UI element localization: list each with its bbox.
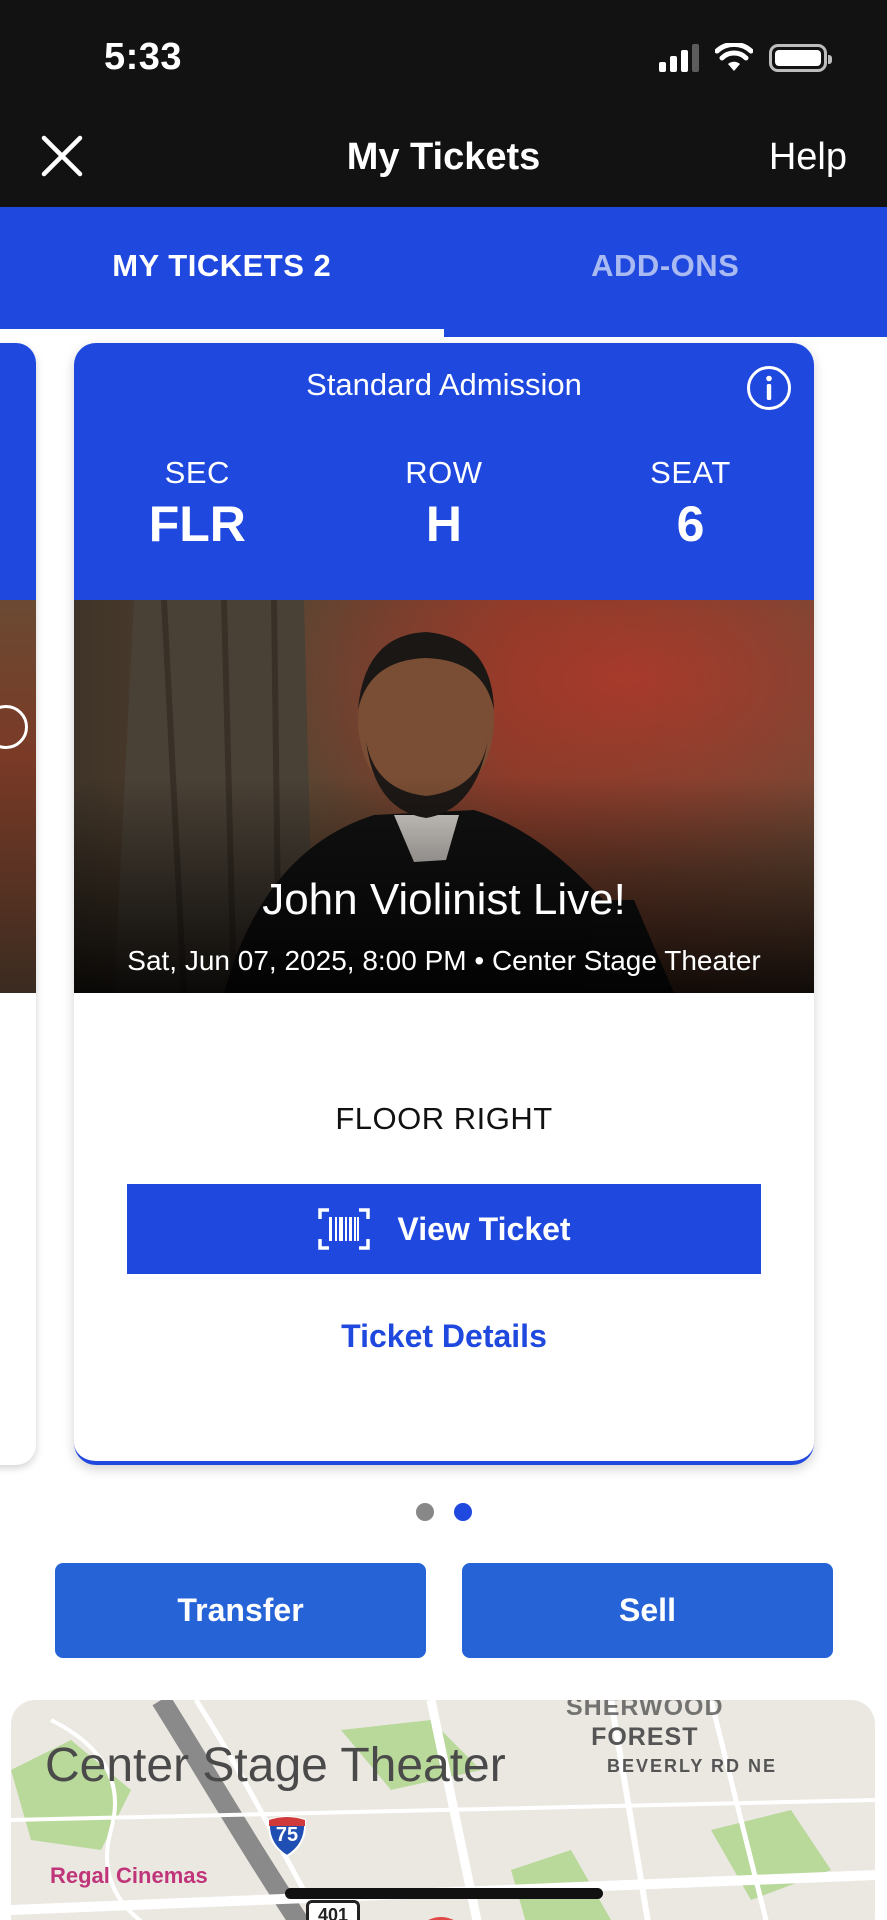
help-button[interactable]: Help [769, 136, 847, 179]
wifi-icon [715, 43, 753, 71]
page-title: My Tickets [346, 136, 541, 178]
event-date-venue: Sat, Jun 07, 2025, 8:00 PM • Center Stag… [127, 945, 761, 976]
seat-label: SEAT [650, 455, 731, 490]
view-ticket-button[interactable]: View Ticket [127, 1184, 761, 1274]
row-value: H [425, 496, 462, 552]
top-bar: 5:33 My Tickets Help [0, 0, 887, 207]
seat-info: SEC FLR ROW H SEAT 6 [74, 455, 814, 553]
event-title: John Violinist Live! [262, 875, 626, 924]
status-icons [659, 42, 832, 74]
tab-my-tickets-label: MY TICKETS 2 [112, 248, 332, 283]
interstate-number: 75 [275, 1824, 299, 1846]
section-value: FLR [148, 496, 246, 552]
card-pagination [0, 1503, 887, 1521]
tab-my-tickets[interactable]: MY TICKETS 2 [0, 207, 444, 337]
cellular-signal-icon [659, 44, 699, 72]
row-label: ROW [405, 455, 483, 490]
map-label-forest: SHERWOOD FOREST [566, 1700, 724, 1751]
seat-number-info: SEAT 6 [567, 455, 814, 553]
venue-map[interactable]: Center Stage Theater SHERWOOD FOREST BEV… [11, 1700, 875, 1920]
barcode-icon [318, 1208, 371, 1250]
section-info: SEC FLR [74, 455, 321, 553]
battery-icon [769, 44, 832, 72]
active-tab-indicator [0, 329, 444, 337]
tab-add-ons-label: ADD-ONS [591, 248, 740, 283]
map-label-road: BEVERLY RD NE [607, 1756, 778, 1776]
view-ticket-label: View Ticket [397, 1210, 571, 1247]
admission-type: Standard Admission [306, 367, 582, 402]
seat-value: 6 [676, 496, 705, 552]
ticket-card: Standard Admission SEC FLR ROW H SEAT 6 [74, 343, 814, 1465]
ticket-card-header: Standard Admission SEC FLR ROW H SEAT 6 [74, 343, 814, 600]
sell-button[interactable]: Sell [462, 1563, 833, 1658]
previous-ticket-card[interactable]: r [0, 343, 36, 1465]
home-indicator [285, 1888, 603, 1899]
section-label: SEC [164, 455, 230, 490]
previous-card-text-fragment: r [19, 1287, 28, 1317]
previous-card-photo [0, 600, 36, 993]
pagination-dot-1[interactable] [415, 1503, 434, 1521]
previous-card-header [0, 343, 36, 600]
transfer-button[interactable]: Transfer [55, 1563, 426, 1658]
screen: 5:33 My Tickets Help MY TICKETS 2 ADD-ON… [0, 0, 887, 1920]
pagination-dot-2[interactable] [453, 1503, 472, 1521]
info-icon[interactable] [746, 365, 792, 411]
ticket-details-link[interactable]: Ticket Details [74, 1318, 814, 1355]
map-label-poi: Regal Cinemas [50, 1863, 208, 1888]
tab-add-ons[interactable]: ADD-ONS [444, 207, 887, 337]
us-route-shield: 401 [306, 1900, 360, 1920]
event-photo: John Violinist Live! Sat, Jun 07, 2025, … [74, 600, 814, 993]
map-venue-name: Center Stage Theater [45, 1739, 506, 1792]
status-time: 5:33 [104, 36, 183, 78]
section-name: FLOOR RIGHT [335, 1101, 553, 1136]
tab-bar: MY TICKETS 2 ADD-ONS [0, 207, 887, 337]
row-info: ROW H [321, 455, 568, 553]
